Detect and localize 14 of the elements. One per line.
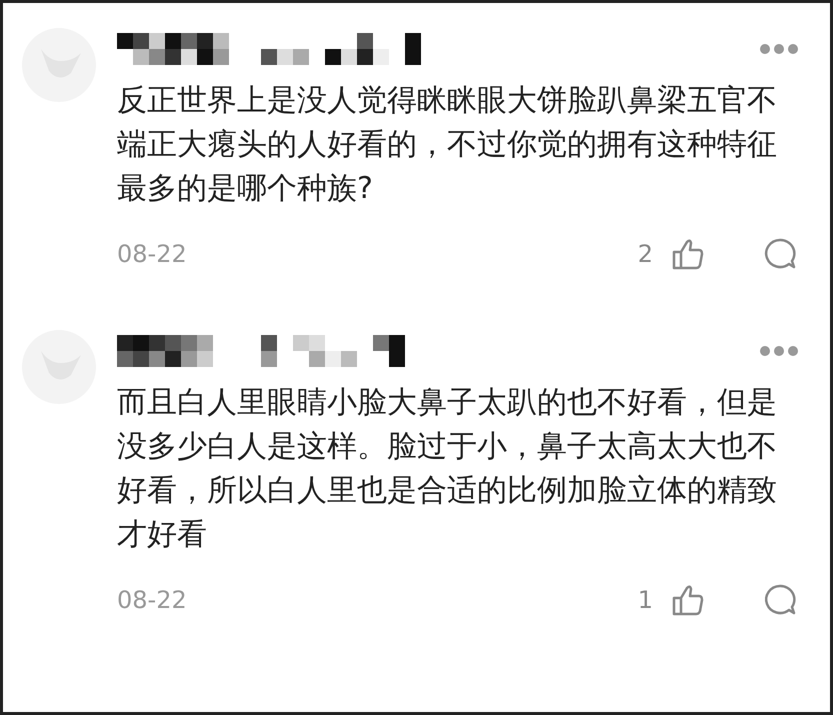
like-count: 1 [638,586,653,614]
thumbs-up-icon[interactable] [671,237,705,271]
comment-icon[interactable] [763,583,797,617]
more-icon[interactable] [759,43,799,55]
avatar-icon [21,27,97,103]
more-icon[interactable] [759,345,799,357]
comment-icon[interactable] [763,237,797,271]
thumbs-up-icon[interactable] [671,583,705,617]
like-count: 2 [638,240,653,268]
comment-date: 08-22 [117,586,187,614]
comment-text: 反正世界上是没人觉得眯眯眼大饼脸趴鼻梁五官不端正大瘪头的人好看的，不过你觉的拥有这种特征最多的是哪个种族? [117,82,778,208]
comment-text: 而且白人里眼睛小脸大鼻子太趴的也不好看，但是没多少白人是这样。脸过于小，鼻子太高太大也不好看，所以白人里也是合适的比例加脸立体的精致才好看 [117,384,778,554]
avatar-icon [21,329,97,405]
comment-date: 08-22 [117,240,187,268]
